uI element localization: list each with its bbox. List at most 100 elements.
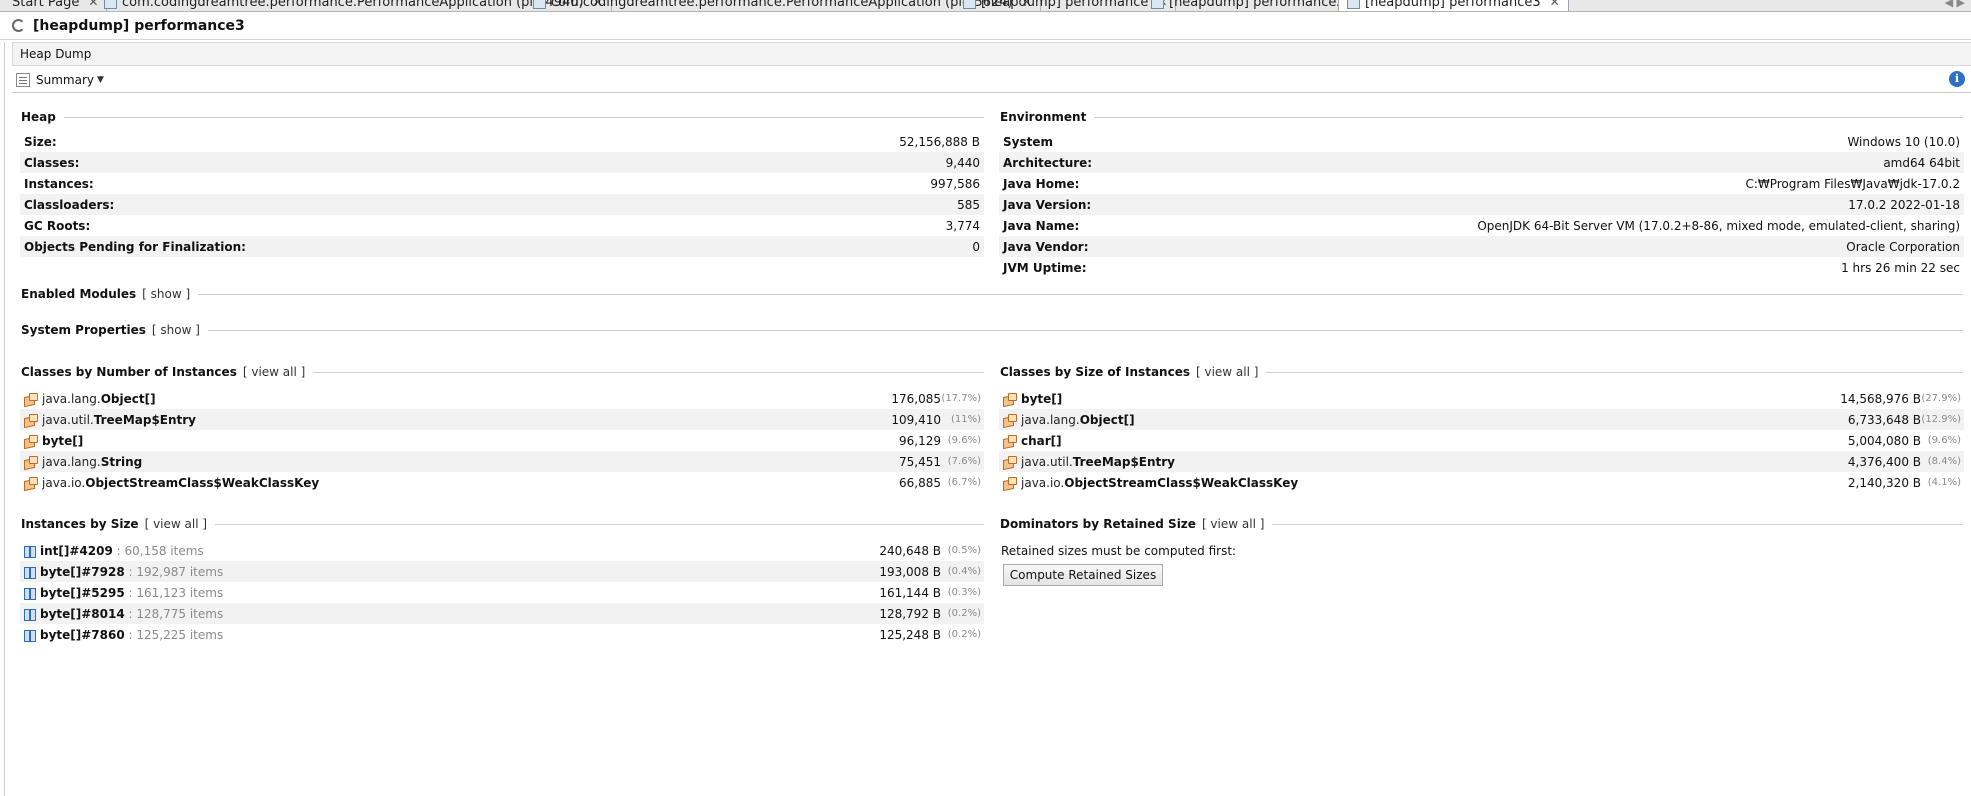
- table-row: Architecture: amd64 64bit: [999, 152, 1964, 173]
- row-key: Classloaders:: [24, 197, 115, 212]
- class-name[interactable]: char[]: [1021, 434, 1062, 448]
- info-icon[interactable]: i: [1949, 71, 1965, 87]
- class-row[interactable]: java.lang.Object[] 176,085 (17.7%): [20, 388, 984, 409]
- instance-count: 66,885: [899, 475, 941, 490]
- percentage: (0.2%): [947, 608, 981, 619]
- class-row[interactable]: byte[] 14,568,976 B (27.9%): [999, 388, 1964, 409]
- table-row: Classes: 9,440: [20, 152, 984, 173]
- chevron-down-icon[interactable]: ▼: [97, 75, 104, 85]
- instance-name[interactable]: byte[]#8014: [40, 607, 125, 621]
- class-package: java.util.: [1021, 454, 1073, 469]
- view-selector[interactable]: Summary: [36, 73, 94, 87]
- section-title: Classes by Number of Instances: [21, 365, 237, 379]
- class-name[interactable]: Object[]: [101, 392, 156, 406]
- section-title: Dominators by Retained Size: [1000, 517, 1196, 531]
- table-row: Objects Pending for Finalization: 0: [20, 236, 984, 257]
- item-count: : 128,775 items: [124, 606, 224, 621]
- show-properties-link[interactable]: [ show ]: [152, 323, 200, 337]
- instance-count: 75,451: [899, 454, 941, 469]
- classes-by-size-list: byte[] 14,568,976 B (27.9%) java.lang.Obje…: [999, 388, 1964, 493]
- row-key: Classes:: [24, 155, 80, 170]
- table-row: System Windows 10 (10.0): [999, 131, 1964, 152]
- percentage: (4.1%): [1927, 477, 1961, 488]
- class-row[interactable]: java.lang.String 75,451 (7.6%): [20, 451, 984, 472]
- instances-by-size-list: int[]#4209 : 60,158 items 240,648 B (0.5%)…: [20, 540, 984, 645]
- instance-size: 125,248 B: [879, 627, 941, 642]
- class-name[interactable]: ObjectStreamClass$WeakClassKey: [1064, 476, 1298, 490]
- instance-name[interactable]: int[]#4209: [40, 544, 113, 558]
- class-icon: [1002, 455, 1018, 469]
- instance-row[interactable]: byte[]#8014 : 128,775 items 128,792 B (0.2…: [20, 603, 984, 624]
- class-row[interactable]: java.io.ObjectStreamClass$WeakClassKey 2,…: [999, 472, 1964, 493]
- row-value: OpenJDK 64-Bit Server VM (17.0.2+8-86, m…: [1477, 218, 1960, 233]
- tab-start-page[interactable]: Start Page ✕: [4, 0, 108, 11]
- class-package: java.lang.: [42, 391, 101, 406]
- class-row[interactable]: byte[] 96,129 (9.6%): [20, 430, 984, 451]
- heap-section-header: Heap: [21, 109, 984, 125]
- divider: [63, 116, 984, 118]
- row-value: 9,440: [945, 155, 980, 170]
- row-key: Java Name:: [1003, 218, 1080, 233]
- section-title: Classes by Size of Instances: [1000, 365, 1190, 379]
- table-row: Size: 52,156,888 B: [20, 131, 984, 152]
- view-all-link[interactable]: [ view all ]: [1202, 517, 1264, 531]
- tab-label: [heapdump] performance3: [1365, 0, 1541, 10]
- instance-size: 128,792 B: [879, 606, 941, 621]
- class-row[interactable]: java.io.ObjectStreamClass$WeakClassKey 66…: [20, 472, 984, 493]
- row-key: Size:: [24, 134, 57, 149]
- percentage: (0.2%): [947, 629, 981, 640]
- class-row[interactable]: char[] 5,004,080 B (9.6%): [999, 430, 1964, 451]
- tab-scroll-arrows-icon[interactable]: ◀ ▶: [1945, 0, 1965, 9]
- row-key: Architecture:: [1003, 155, 1093, 170]
- array-icon: [23, 545, 36, 558]
- editor-tab-bar: Start Page ✕ com.codingdreamtree.perform…: [0, 0, 1971, 12]
- class-name[interactable]: String: [101, 455, 143, 469]
- class-icon: [1002, 476, 1018, 490]
- tab-heapdump-performance3[interactable]: [heapdump] performance3 ✕: [1338, 0, 1569, 11]
- percentage: (0.3%): [947, 587, 981, 598]
- class-icon: [23, 434, 39, 448]
- view-all-link[interactable]: [ view all ]: [243, 365, 305, 379]
- show-modules-link[interactable]: [ show ]: [142, 287, 190, 301]
- compute-retained-sizes-button[interactable]: Compute Retained Sizes: [1003, 564, 1163, 586]
- row-value: 585: [957, 197, 980, 212]
- instance-size: 161,144 B: [879, 585, 941, 600]
- class-row[interactable]: java.lang.Object[] 6,733,648 B (12.9%): [999, 409, 1964, 430]
- view-all-link[interactable]: [ view all ]: [145, 517, 207, 531]
- instance-row[interactable]: byte[]#7860 : 125,225 items 125,248 B (0.2…: [20, 624, 984, 645]
- instance-name[interactable]: byte[]#7860: [40, 628, 125, 642]
- class-name[interactable]: byte[]: [42, 434, 83, 448]
- percentage: (8.4%): [1927, 456, 1961, 467]
- view-all-link[interactable]: [ view all ]: [1196, 365, 1258, 379]
- instance-row[interactable]: byte[]#5295 : 161,123 items 161,144 B (0.3…: [20, 582, 984, 603]
- class-name[interactable]: TreeMap$Entry: [94, 413, 196, 427]
- class-name[interactable]: Object[]: [1080, 413, 1135, 427]
- class-row[interactable]: java.util.TreeMap$Entry 4,376,400 B (8.4%): [999, 451, 1964, 472]
- divider: [313, 371, 984, 373]
- class-name[interactable]: byte[]: [1021, 392, 1062, 406]
- instance-size: 4,376,400 B: [1847, 454, 1921, 469]
- instance-name[interactable]: byte[]#7928: [40, 565, 125, 579]
- class-name[interactable]: ObjectStreamClass$WeakClassKey: [85, 476, 319, 490]
- table-row: Java Version: 17.0.2 2022-01-18: [999, 194, 1964, 215]
- heapdump-icon: [963, 0, 976, 9]
- percentage: (9.6%): [947, 435, 981, 446]
- class-row[interactable]: java.util.TreeMap$Entry 109,410 (11%): [20, 409, 984, 430]
- percentage: (17.7%): [941, 393, 981, 404]
- table-row: Instances: 997,586: [20, 173, 984, 194]
- close-icon[interactable]: ✕: [1550, 0, 1560, 9]
- summary-view-icon: [16, 72, 30, 87]
- class-package: java.lang.: [1021, 412, 1080, 427]
- tab-heap-dump[interactable]: Heap Dump: [20, 47, 91, 61]
- row-value: 3,774: [945, 218, 980, 233]
- section-title: System Properties: [21, 323, 146, 337]
- instance-row[interactable]: int[]#4209 : 60,158 items 240,648 B (0.5%): [20, 540, 984, 561]
- environment-section-header: Environment: [1000, 109, 1963, 125]
- instance-name[interactable]: byte[]#5295: [40, 586, 125, 600]
- instance-count: 109,410: [891, 412, 941, 427]
- document-title-bar: [heapdump] performance3: [0, 12, 1971, 40]
- row-key: GC Roots:: [24, 218, 91, 233]
- class-name[interactable]: TreeMap$Entry: [1073, 455, 1175, 469]
- percentage: (9.6%): [1927, 435, 1961, 446]
- instance-row[interactable]: byte[]#7928 : 192,987 items 193,008 B (0.4…: [20, 561, 984, 582]
